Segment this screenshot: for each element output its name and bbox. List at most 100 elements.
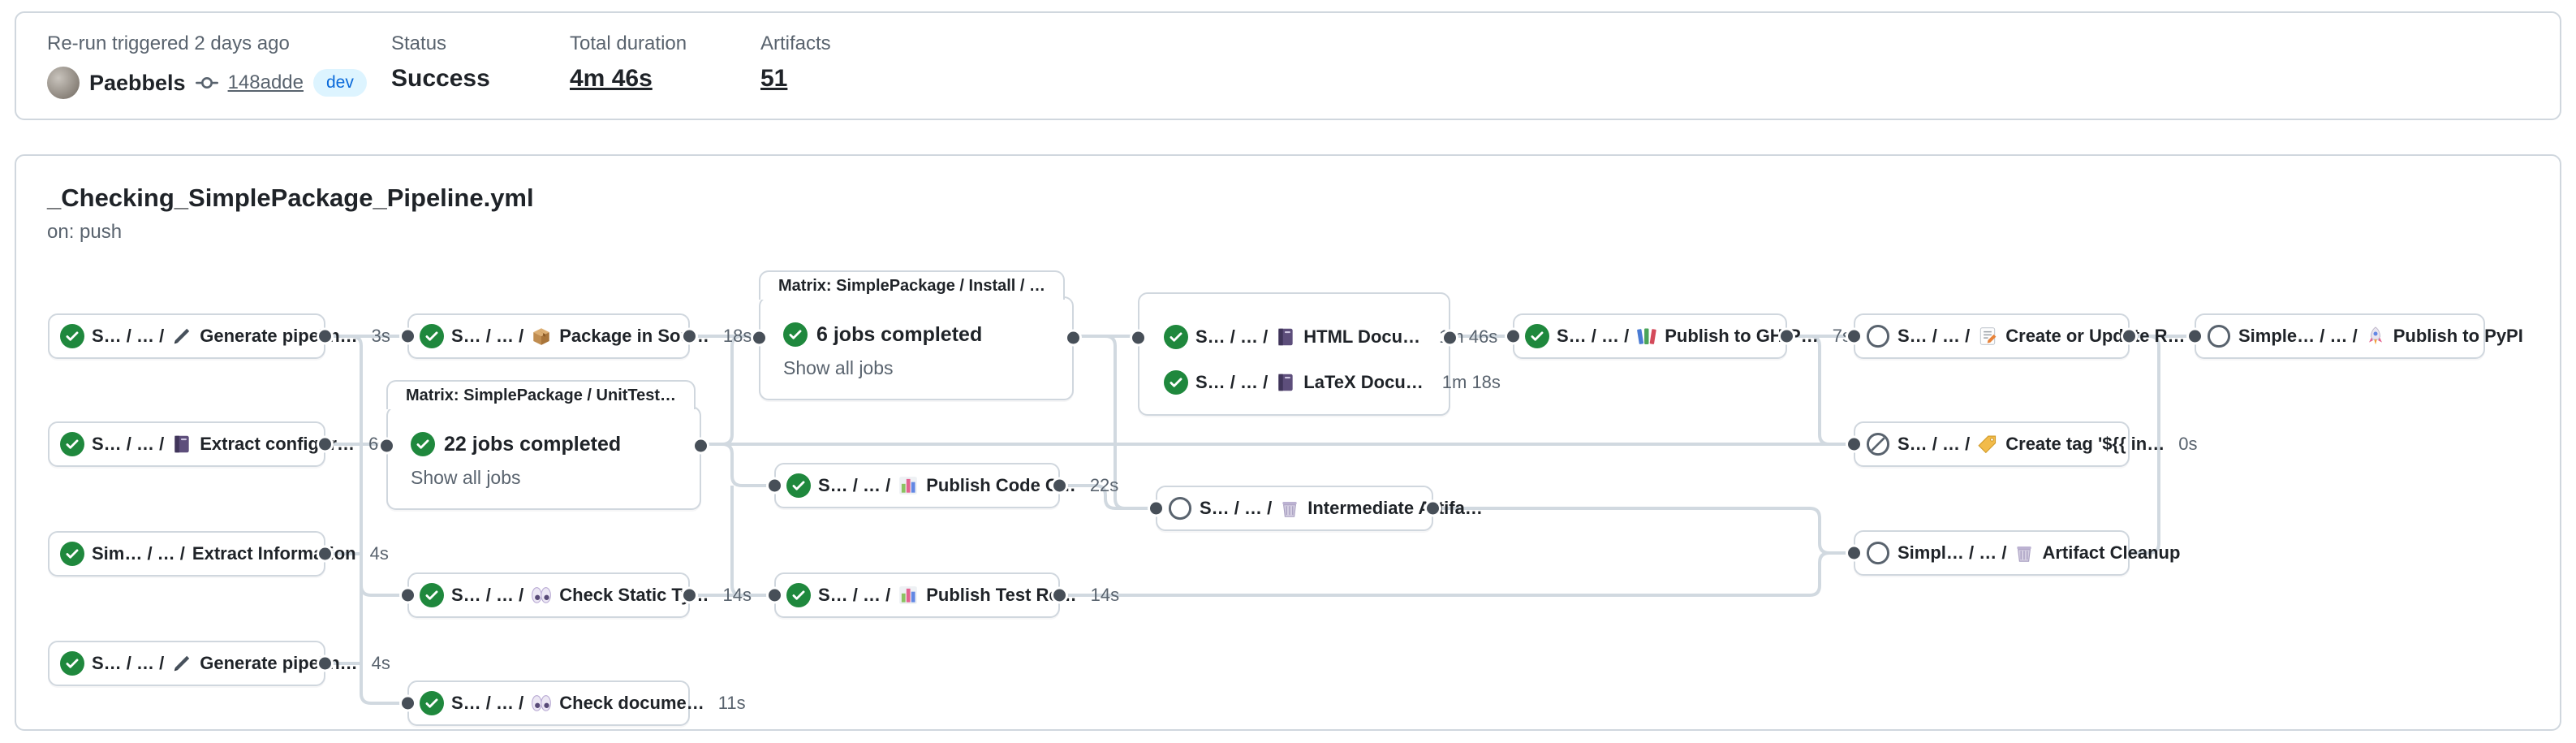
job-prefix: Simple… / … / xyxy=(2238,326,2358,347)
skipped-icon xyxy=(1866,324,1890,348)
connector-dot xyxy=(399,587,416,604)
success-icon xyxy=(420,583,444,607)
connector-dot xyxy=(2121,328,2138,345)
rerun-label: Re-run triggered 2 days ago xyxy=(47,32,367,55)
wastebasket-emoji-icon xyxy=(2014,542,2035,564)
connector-dot xyxy=(681,328,698,345)
skipped-icon xyxy=(1866,541,1890,565)
job-label: LaTeX Docu… xyxy=(1303,372,1424,393)
success-icon xyxy=(783,322,808,347)
job-label: Create or Update R… xyxy=(2005,326,2185,347)
matrix-tab-install: Matrix: SimplePackage / Install / … xyxy=(759,270,1065,300)
job-node-generate-pipeline-2[interactable]: S… / … / Generate pipelin… 4s xyxy=(48,641,325,686)
connector-dot xyxy=(2186,328,2203,345)
success-icon xyxy=(60,651,84,676)
job-label: Intermediate Artifa… xyxy=(1307,498,1483,519)
branch-badge[interactable]: dev xyxy=(313,69,367,97)
job-node-check-static-typing[interactable]: S… / … / Check Static Ty… 14s xyxy=(407,572,690,618)
connector-dot xyxy=(1051,477,1068,495)
success-icon xyxy=(60,542,84,566)
job-row-html-documentation[interactable]: S… / … / HTML Docu… 1m 46s xyxy=(1164,325,1449,349)
job-prefix: S… / … / xyxy=(818,585,890,606)
job-prefix: S… / … / xyxy=(451,326,523,347)
connector-dot xyxy=(317,546,334,563)
job-node-publish-to-pypi[interactable]: Simple… / … / Publish to PyPI xyxy=(2195,313,2485,359)
matrix-node-install[interactable]: 6 jobs completed Show all jobs xyxy=(759,296,1074,400)
connector-dot xyxy=(1424,500,1441,517)
job-prefix: S… / … / xyxy=(1898,326,1970,347)
actor-link[interactable]: Paebbels xyxy=(89,71,186,96)
connector-dot xyxy=(1778,328,1795,345)
connector-dot xyxy=(766,587,783,604)
package-emoji-icon xyxy=(531,326,552,347)
job-node-check-documentation[interactable]: S… / … / Check docume… 11s xyxy=(407,680,690,726)
connector-dot xyxy=(681,587,698,604)
job-label: Create tag '${{ in… xyxy=(2005,434,2165,455)
job-prefix: S… / … / xyxy=(451,585,523,606)
job-prefix: Sim… / … / xyxy=(92,543,185,564)
job-duration: 14s xyxy=(1084,585,1119,606)
avatar[interactable] xyxy=(47,67,80,99)
wastebasket-emoji-icon xyxy=(1279,498,1300,519)
label-tag-emoji-icon xyxy=(1977,434,1998,455)
success-icon xyxy=(60,432,84,456)
connector-dot xyxy=(766,477,783,495)
connector-dot xyxy=(1846,545,1863,562)
commit-sha-link[interactable]: 148adde xyxy=(228,71,304,94)
connector-dot xyxy=(692,438,709,455)
matrix-tab-unittest: Matrix: SimplePackage / UnitTest… xyxy=(386,380,696,409)
job-prefix: S… / … / xyxy=(451,693,523,714)
status-value: Success xyxy=(391,65,490,93)
job-node-publish-test-results[interactable]: S… / … / Publish Test Re… 14s xyxy=(774,572,1060,618)
job-node-publish-to-gh-pages[interactable]: S… / … / Publish to GH-P… 7s xyxy=(1513,313,1787,359)
job-node-create-or-update-release[interactable]: S… / … / Create or Update R… xyxy=(1854,313,2130,359)
job-prefix: S… / … / xyxy=(1898,434,1970,455)
rocket-emoji-icon xyxy=(2365,326,2386,347)
success-icon xyxy=(420,691,444,715)
connector-dot xyxy=(1441,330,1458,347)
show-all-jobs-link[interactable]: Show all jobs xyxy=(760,347,1072,379)
skipped-slash-icon xyxy=(1866,432,1890,456)
notebook-emoji-icon xyxy=(1275,372,1296,393)
pencil-emoji-icon xyxy=(171,326,192,347)
connector-dot xyxy=(1505,328,1522,345)
job-duration: 11s xyxy=(712,693,746,714)
job-prefix: S… / … / xyxy=(818,475,890,496)
notebook-emoji-icon xyxy=(1275,326,1296,348)
job-label: HTML Docu… xyxy=(1303,326,1420,348)
job-node-extract-information[interactable]: Sim… / … / Extract Information 4s xyxy=(48,531,325,577)
artifacts-count-link[interactable]: 51 xyxy=(760,65,831,93)
connector-dot xyxy=(1846,328,1863,345)
job-prefix: S… / … / xyxy=(1557,326,1629,347)
job-node-artifact-cleanup[interactable]: Simpl… / … / Artifact Cleanup xyxy=(1854,530,2130,576)
skipped-icon xyxy=(1168,496,1192,521)
duration-value-link[interactable]: 4m 46s xyxy=(570,65,687,93)
success-icon xyxy=(1164,325,1188,349)
skipped-icon xyxy=(2207,324,2231,348)
matrix-summary: 22 jobs completed xyxy=(444,433,621,456)
job-node-intermediate-artifacts[interactable]: S… / … / Intermediate Artifa… xyxy=(1156,486,1433,531)
job-duration: 4s xyxy=(364,543,389,564)
books-emoji-icon xyxy=(1636,326,1657,347)
bar-chart-emoji-icon xyxy=(898,585,919,606)
run-summary-card: Re-run triggered 2 days ago Paebbels 148… xyxy=(15,11,2561,120)
show-all-jobs-link[interactable]: Show all jobs xyxy=(388,456,700,489)
connector-dot xyxy=(399,695,416,712)
job-prefix: S… / … / xyxy=(1195,372,1268,393)
job-node-generate-pipeline-1[interactable]: S… / … / Generate pipelin… 3s xyxy=(48,313,325,359)
job-node-publish-code-coverage[interactable]: S… / … / Publish Code C… 22s xyxy=(774,463,1060,508)
job-prefix: S… / … / xyxy=(92,326,164,347)
job-group-documentation[interactable]: S… / … / HTML Docu… 1m 46s S… / … / LaTe… xyxy=(1138,292,1450,416)
success-icon xyxy=(411,432,435,456)
job-label: Publish to PyPI xyxy=(2393,326,2523,347)
job-node-extract-configuration[interactable]: S… / … / Extract configur… 6s xyxy=(48,421,325,467)
connector-dot xyxy=(317,328,334,345)
job-row-latex-documentation[interactable]: S… / … / LaTeX Docu… 1m 18s xyxy=(1164,370,1449,395)
job-duration: 18s xyxy=(717,326,752,347)
status-label: Status xyxy=(391,32,490,55)
job-node-package-in-source[interactable]: S… / … / Package in Sou… 18s xyxy=(407,313,690,359)
job-node-create-tag[interactable]: S… / … / Create tag '${{ in… 0s xyxy=(1854,421,2130,467)
matrix-node-unittest[interactable]: 22 jobs completed Show all jobs xyxy=(386,406,701,510)
connector-dot xyxy=(1051,587,1068,604)
matrix-summary: 6 jobs completed xyxy=(816,323,982,347)
